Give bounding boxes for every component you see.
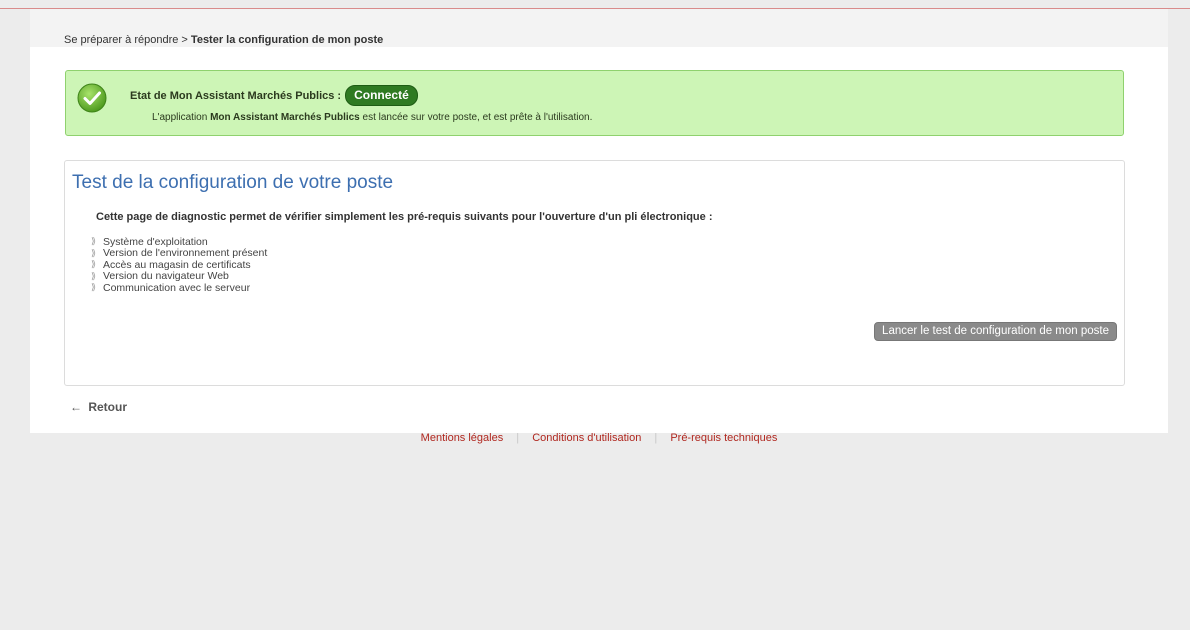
requirement-label: Accès au magasin de certificats xyxy=(103,258,251,271)
panel-title: Test de la configuration de votre poste xyxy=(72,172,394,193)
config-test-panel: Test de la configuration de votre poste … xyxy=(64,160,1125,386)
list-item: ⟫ Système d'exploitation xyxy=(91,236,267,248)
list-item: ⟫ Version du navigateur Web xyxy=(91,270,267,283)
status-badge: Connecté xyxy=(345,85,418,106)
connection-status-box: Etat de Mon Assistant Marchés Publics : … xyxy=(65,70,1124,136)
breadcrumb-parent[interactable]: Se préparer à répondre xyxy=(64,34,178,46)
check-circle-icon xyxy=(77,83,107,113)
requirement-label: Version du navigateur Web xyxy=(103,270,229,283)
breadcrumb-separator: > xyxy=(181,34,188,46)
panel-intro: Cette page de diagnostic permet de vérif… xyxy=(96,211,713,223)
status-message: L'application Mon Assistant Marchés Publ… xyxy=(152,112,592,123)
requirements-list: ⟫ Système d'exploitation ⟫ Version de l'en… xyxy=(91,236,267,294)
back-label: Retour xyxy=(88,400,128,414)
chevron-right-icon: ⟫ xyxy=(91,270,97,281)
requirement-label: Version de l'environnement présent xyxy=(103,247,268,260)
requirement-label: Système d'exploitation xyxy=(103,235,208,248)
chevron-right-icon: ⟫ xyxy=(91,247,97,258)
list-item: ⟫ Accès au magasin de certificats xyxy=(91,259,267,271)
footer-link-conditions[interactable]: Conditions d'utilisation xyxy=(532,432,641,444)
footer-separator: | xyxy=(654,432,658,444)
chevron-right-icon: ⟫ xyxy=(91,236,97,247)
status-label: Etat de Mon Assistant Marchés Publics : xyxy=(130,89,342,102)
arrow-left-icon: ← xyxy=(70,400,82,414)
breadcrumb-bar: Se préparer à répondre > Tester la confi… xyxy=(30,9,1168,47)
chevron-right-icon: ⟫ xyxy=(91,259,97,270)
page-container: Se préparer à répondre > Tester la confi… xyxy=(30,9,1168,433)
footer-separator: | xyxy=(516,432,520,444)
chevron-right-icon: ⟫ xyxy=(91,282,97,293)
breadcrumb-current: Tester la configuration de mon poste xyxy=(190,34,384,46)
footer-links: Mentions légales | Conditions d'utilisat… xyxy=(0,432,1190,444)
launch-config-test-button[interactable]: Lancer le test de configuration de mon p… xyxy=(874,322,1117,341)
footer-link-mentions[interactable]: Mentions légales xyxy=(421,432,504,444)
status-message-prefix: L'application xyxy=(152,112,208,123)
list-item: ⟫ Version de l'environnement présent xyxy=(91,247,268,260)
back-link[interactable]: ← Retour xyxy=(70,400,127,414)
status-message-app: Mon Assistant Marchés Publics xyxy=(210,112,360,123)
breadcrumb: Se préparer à répondre > Tester la confi… xyxy=(64,34,383,46)
requirement-label: Communication avec le serveur xyxy=(103,281,251,294)
footer-link-prerequis[interactable]: Pré-requis techniques xyxy=(670,432,777,444)
status-title: Etat de Mon Assistant Marchés Publics : … xyxy=(130,85,418,106)
list-item: ⟫ Communication avec le serveur xyxy=(91,282,267,294)
status-message-suffix: est lancée sur votre poste, et est prête… xyxy=(362,112,593,123)
